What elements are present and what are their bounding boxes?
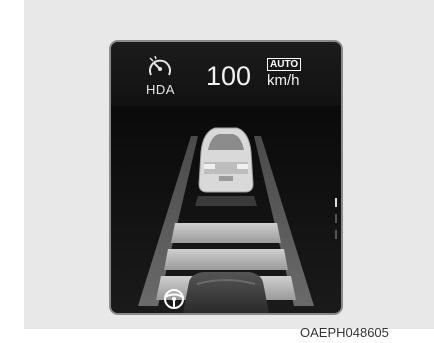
lead-car-icon [198, 127, 254, 193]
image-code-caption: OAEPH048605 [300, 325, 389, 340]
distance-bar-far [195, 196, 257, 206]
road-scene [111, 106, 341, 313]
distance-bar [164, 249, 288, 270]
side-indicator [335, 198, 337, 239]
speedometer-hda-icon [149, 56, 171, 76]
speed-unit-label: km/h [267, 72, 300, 89]
hda-label: HDA [146, 82, 175, 97]
cluster-header: HDA 100 AUTO km/h [111, 42, 341, 106]
set-speed-value: 100 [206, 61, 252, 91]
host-vehicle-hood [183, 272, 269, 313]
cluster-display: HDA 100 AUTO km/h [109, 40, 343, 315]
auto-badge: AUTO [267, 58, 302, 71]
distance-bar [171, 223, 281, 243]
